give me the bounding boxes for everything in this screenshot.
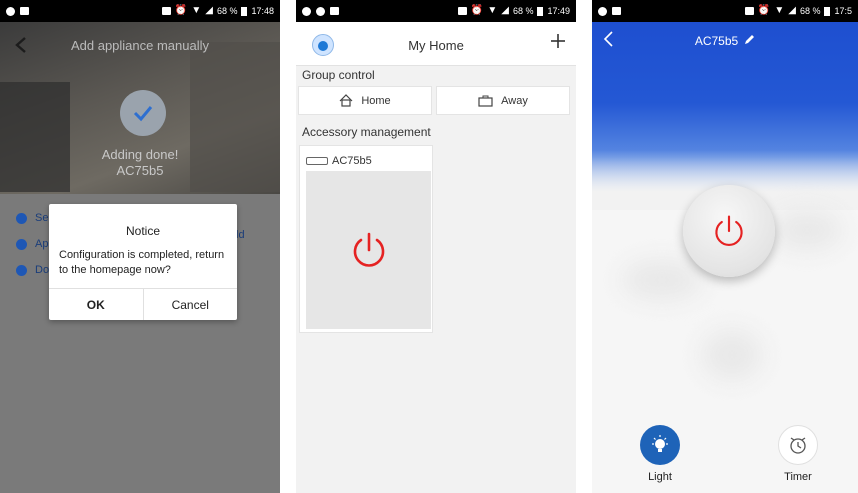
home-mode-button[interactable]: Home: [298, 86, 432, 115]
cloud-shape: [702, 330, 762, 380]
device-power-area[interactable]: [306, 171, 431, 329]
gallery-icon: [20, 7, 29, 15]
gallery-icon: [330, 7, 339, 15]
battery-percent: 68 %: [512, 6, 534, 16]
notice-dialog: Notice Configuration is completed, retur…: [49, 204, 237, 320]
light-control[interactable]: Light: [640, 425, 680, 483]
light-bulb-icon: [652, 435, 668, 452]
step-check-icon: [16, 212, 27, 224]
battery-percent: 68 %: [216, 6, 238, 16]
step-item: Se: [16, 205, 49, 231]
timer-button[interactable]: [778, 425, 818, 465]
cloud-shape: [622, 260, 702, 300]
success-badge: [120, 90, 166, 136]
device-card-name: AC75b5: [332, 155, 372, 167]
notification-icon: [302, 6, 311, 16]
light-label: Light: [648, 471, 672, 483]
battery-icon: [537, 6, 544, 16]
wifi-icon: ▼: [487, 5, 498, 16]
status-time: 17:49: [547, 6, 570, 16]
step-label: Se: [35, 212, 49, 224]
adding-done-label: Adding done!: [101, 147, 179, 162]
dialog-message: Configuration is completed, return to th…: [59, 249, 225, 276]
signal-icon: ◢: [205, 5, 213, 16]
step-check-icon: [16, 264, 27, 276]
house-icon: [339, 94, 353, 107]
away-mode-label: Away: [501, 94, 528, 107]
signal-icon: ◢: [788, 5, 796, 16]
device-name-label: AC75b5: [116, 163, 164, 178]
status-time: 17:48: [251, 6, 274, 16]
home-mode-label: Home: [361, 94, 391, 107]
timer-label: Timer: [784, 471, 812, 483]
status-bar: ⏰ ▼ ◢ 68 % 17:48: [0, 0, 280, 22]
power-button[interactable]: [683, 185, 775, 277]
suitcase-icon: [478, 95, 493, 107]
step-item: Ap: [16, 231, 49, 257]
step-label: Do: [35, 264, 50, 276]
notification-icon: [6, 6, 15, 16]
vibrate-icon: [744, 7, 754, 15]
light-button[interactable]: [640, 425, 680, 465]
step-label: Ap: [35, 238, 49, 250]
page-title: My Home: [408, 38, 464, 53]
accessory-management-heading: Accessory management: [302, 125, 431, 139]
dialog-actions: OK Cancel: [49, 288, 237, 320]
power-icon: [353, 232, 384, 267]
battery-percent: 68 %: [799, 6, 821, 16]
notification-icon: [316, 6, 325, 16]
step-item: Do: [16, 257, 49, 283]
gallery-icon: [612, 7, 621, 15]
add-button[interactable]: [550, 30, 566, 54]
pencil-icon: [745, 35, 755, 44]
step-check-icon: [16, 238, 27, 250]
alarm-icon: ⏰: [757, 5, 771, 16]
app-header: My Home: [296, 22, 576, 66]
group-control-heading: Group control: [302, 68, 375, 82]
power-icon: [715, 215, 743, 247]
page-title: Add appliance manually: [70, 38, 210, 53]
screen-device-control: ⏰ ▼ ◢ 68 % 17:5 AC75b5 Light Timer: [592, 0, 858, 493]
battery-icon: [824, 6, 831, 16]
cloud-shape: [772, 210, 842, 250]
status-bar: ⏰ ▼ ◢ 68 % 17:5: [592, 0, 858, 22]
vibrate-icon: [161, 7, 171, 15]
vibrate-icon: [457, 7, 467, 15]
status-time: 17:5: [834, 6, 852, 16]
device-title-bar: AC75b5: [592, 34, 858, 48]
timer-control[interactable]: Timer: [778, 425, 818, 483]
away-mode-button[interactable]: Away: [436, 86, 570, 115]
edit-name-button[interactable]: [744, 34, 755, 48]
alarm-icon: ⏰: [174, 5, 188, 16]
steps-list: Se Ap Do: [16, 205, 49, 283]
device-title: AC75b5: [694, 34, 739, 48]
device-card-header: AC75b5: [306, 155, 372, 167]
device-card[interactable]: AC75b5: [299, 145, 433, 333]
signal-icon: ◢: [501, 5, 509, 16]
cancel-button[interactable]: Cancel: [142, 289, 238, 320]
wifi-icon: ▼: [774, 5, 785, 16]
ok-button[interactable]: OK: [49, 289, 143, 320]
step-label-tail: ld: [236, 229, 245, 241]
alarm-icon: ⏰: [470, 5, 484, 16]
screen-add-appliance: ⏰ ▼ ◢ 68 % 17:48 Add appliance manually …: [0, 0, 280, 493]
wifi-icon: ▼: [191, 5, 202, 16]
status-bar: ⏰ ▼ ◢ 68 % 17:49: [296, 0, 576, 22]
dialog-title: Notice: [125, 224, 160, 238]
screen-my-home: ⏰ ▼ ◢ 68 % 17:49 My Home Group control H…: [296, 0, 576, 493]
checkmark-icon: [133, 106, 153, 122]
plus-icon: [551, 34, 565, 48]
battery-icon: [241, 6, 248, 16]
adding-done-message: Adding done! AC75b5: [0, 147, 280, 179]
notification-icon: [598, 6, 607, 16]
air-conditioner-icon: [306, 157, 328, 165]
alarm-clock-icon: [790, 437, 806, 454]
